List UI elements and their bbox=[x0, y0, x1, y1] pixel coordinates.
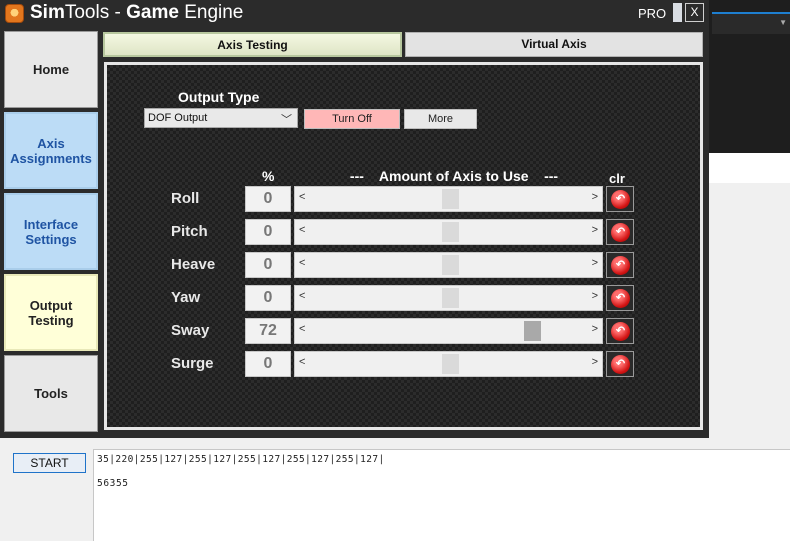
slider-thumb[interactable] bbox=[442, 288, 459, 308]
simtools-window: SimTools - Game Engine PRO X Home Axis As… bbox=[0, 0, 709, 438]
axis-row-surge: Surge 0 < > ↶ bbox=[107, 351, 700, 377]
axis-percent-value[interactable]: 0 bbox=[245, 351, 291, 377]
axis-row-roll: Roll 0 < > ↶ bbox=[107, 186, 700, 212]
chevron-left-icon[interactable]: < bbox=[299, 191, 305, 203]
nav-interface-settings-button[interactable]: Interface Settings bbox=[4, 193, 98, 270]
nav-home-button[interactable]: Home bbox=[4, 31, 98, 108]
percent-header: % bbox=[262, 168, 275, 184]
axis-row-yaw: Yaw 0 < > ↶ bbox=[107, 285, 700, 311]
reset-icon: ↶ bbox=[611, 223, 630, 242]
chevron-right-icon[interactable]: > bbox=[592, 323, 598, 335]
axis-slider[interactable]: < > bbox=[294, 252, 603, 278]
slider-thumb[interactable] bbox=[442, 255, 459, 275]
axis-label: Yaw bbox=[171, 289, 201, 306]
chevron-right-icon[interactable]: > bbox=[592, 191, 598, 203]
nav-output-testing-button[interactable]: Output Testing bbox=[4, 274, 98, 351]
title-bar: SimTools - Game Engine PRO X bbox=[0, 0, 709, 28]
slider-thumb[interactable] bbox=[442, 354, 459, 374]
chevron-left-icon[interactable]: < bbox=[299, 290, 305, 302]
reset-icon: ↶ bbox=[611, 256, 630, 275]
background-dropdown: ▼ bbox=[712, 12, 790, 34]
axis-row-sway: Sway 72 < > ↶ bbox=[107, 318, 700, 344]
clear-axis-button[interactable]: ↶ bbox=[606, 252, 634, 278]
chevron-right-icon[interactable]: > bbox=[592, 356, 598, 368]
chevron-right-icon[interactable]: > bbox=[592, 290, 598, 302]
output-log[interactable]: 35|220|255|127|255|127|255|127|255|127|2… bbox=[93, 449, 790, 541]
chevron-down-icon: ﹀ bbox=[281, 114, 292, 126]
clear-axis-button[interactable]: ↶ bbox=[606, 186, 634, 212]
pro-badge: PRO bbox=[638, 6, 667, 21]
axis-label: Sway bbox=[171, 322, 210, 339]
log-line: 56355 bbox=[97, 478, 129, 489]
axis-label: Pitch bbox=[171, 223, 208, 240]
tab-virtual-axis[interactable]: Virtual Axis bbox=[405, 32, 703, 57]
axis-slider[interactable]: < > bbox=[294, 186, 603, 212]
reset-icon: ↶ bbox=[611, 322, 630, 341]
axis-slider[interactable]: < > bbox=[294, 219, 603, 245]
more-button[interactable]: More bbox=[404, 109, 477, 129]
output-type-select[interactable]: DOF Output ﹀ bbox=[144, 108, 298, 128]
slider-thumb[interactable] bbox=[442, 189, 459, 209]
background-window-light bbox=[709, 153, 790, 183]
axis-label: Roll bbox=[171, 190, 200, 207]
axis-percent-value[interactable]: 0 bbox=[245, 252, 291, 278]
axis-percent-value[interactable]: 0 bbox=[245, 219, 291, 245]
log-line: 35|220|255|127|255|127|255|127|255|127|2… bbox=[97, 454, 385, 465]
chevron-left-icon[interactable]: < bbox=[299, 257, 305, 269]
output-type-label: Output Type bbox=[178, 89, 260, 105]
chevron-right-icon[interactable]: > bbox=[592, 257, 598, 269]
axis-row-heave: Heave 0 < > ↶ bbox=[107, 252, 700, 278]
axis-percent-value[interactable]: 72 bbox=[245, 318, 291, 344]
axis-testing-panel: Output Type DOF Output ﹀ Turn Off More %… bbox=[104, 62, 703, 430]
axis-row-pitch: Pitch 0 < > ↶ bbox=[107, 219, 700, 245]
chevron-left-icon[interactable]: < bbox=[299, 356, 305, 368]
close-button[interactable]: X bbox=[685, 3, 704, 22]
clr-header: clr bbox=[609, 171, 625, 186]
reset-icon: ↶ bbox=[611, 355, 630, 374]
axis-label: Heave bbox=[171, 256, 216, 273]
start-button[interactable]: START bbox=[13, 453, 86, 473]
clear-axis-button[interactable]: ↶ bbox=[606, 318, 634, 344]
chevron-left-icon[interactable]: < bbox=[299, 224, 305, 236]
axis-slider[interactable]: < > bbox=[294, 351, 603, 377]
simtools-logo-icon bbox=[5, 4, 24, 23]
turn-off-button[interactable]: Turn Off bbox=[304, 109, 400, 129]
chevron-right-icon[interactable]: > bbox=[592, 224, 598, 236]
clear-axis-button[interactable]: ↶ bbox=[606, 285, 634, 311]
window-title: SimTools - Game Engine bbox=[30, 2, 244, 23]
clear-axis-button[interactable]: ↶ bbox=[606, 219, 634, 245]
reset-icon: ↶ bbox=[611, 190, 630, 209]
nav-tools-button[interactable]: Tools bbox=[4, 355, 98, 432]
amount-header: --- Amount of Axis to Use --- bbox=[349, 168, 559, 184]
nav-axis-assignments-button[interactable]: Axis Assignments bbox=[4, 112, 98, 189]
chevron-left-icon[interactable]: < bbox=[299, 323, 305, 335]
slider-thumb[interactable] bbox=[524, 321, 541, 341]
axis-percent-value[interactable]: 0 bbox=[245, 285, 291, 311]
axis-percent-value[interactable]: 0 bbox=[245, 186, 291, 212]
clear-axis-button[interactable]: ↶ bbox=[606, 351, 634, 377]
chevron-down-icon: ▼ bbox=[779, 18, 787, 27]
axis-slider[interactable]: < > bbox=[294, 285, 603, 311]
slider-thumb[interactable] bbox=[442, 222, 459, 242]
axis-label: Surge bbox=[171, 355, 214, 372]
minimize-button[interactable] bbox=[673, 3, 682, 22]
reset-icon: ↶ bbox=[611, 289, 630, 308]
tab-axis-testing[interactable]: Axis Testing bbox=[103, 32, 402, 57]
axis-slider[interactable]: < > bbox=[294, 318, 603, 344]
